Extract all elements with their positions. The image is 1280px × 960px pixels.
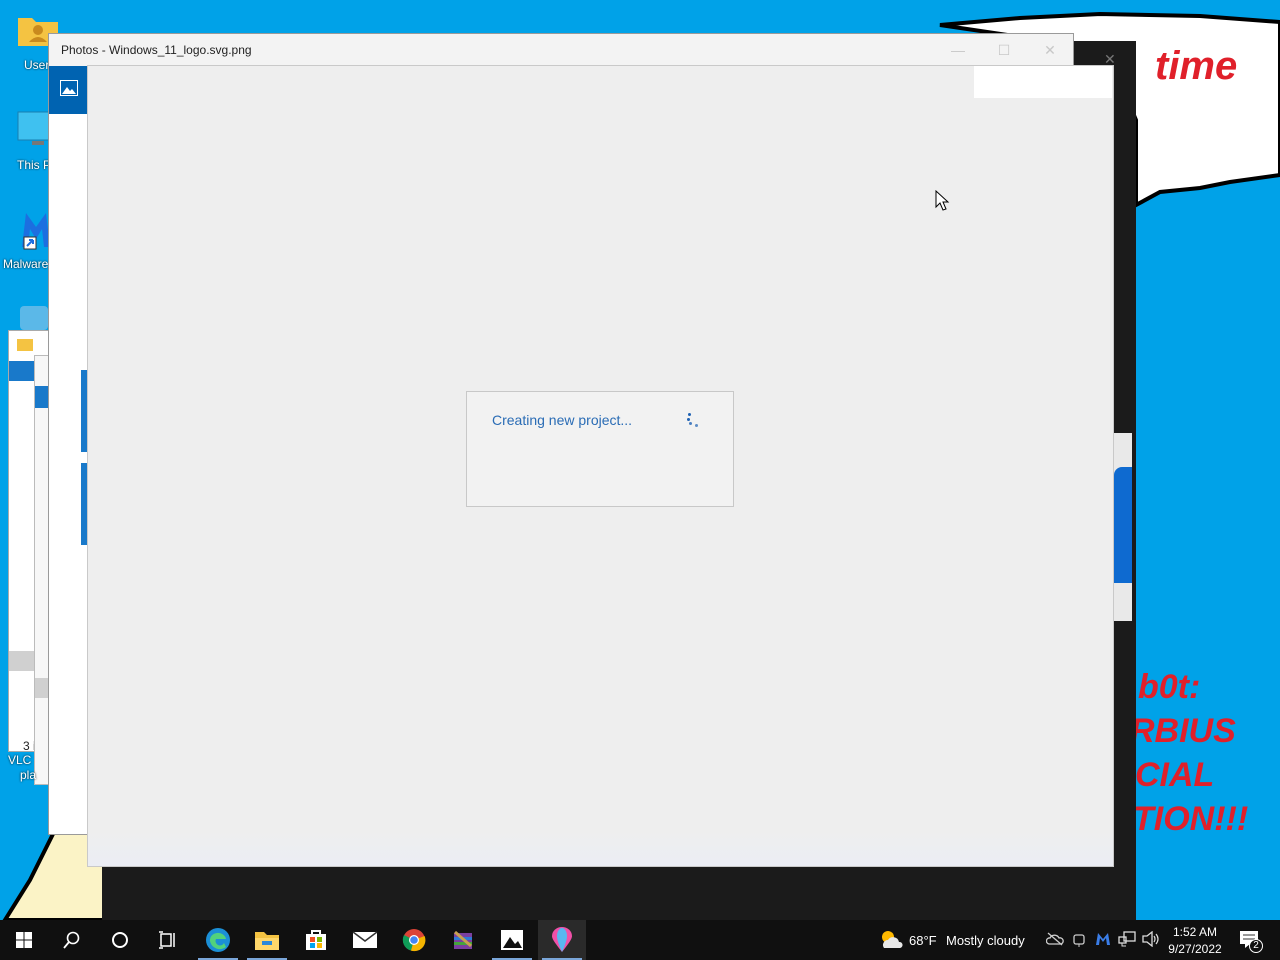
top-right-white-box [974,66,1112,98]
photos-app-icon[interactable] [60,80,78,96]
cortana-button[interactable] [96,920,144,960]
taskbar-file-explorer[interactable] [243,920,291,960]
wallpaper-text-line-2: RBIUS [1130,712,1236,750]
taskbar: 68°F Mostly cloudy 1:52 AM 9/27/2022 2 [0,920,1280,960]
task-view-button[interactable] [144,920,192,960]
clock-time: 1:52 AM [1172,925,1218,939]
weather-temperature[interactable]: 68°F [909,933,937,948]
folder-icon [17,339,33,351]
task-view-icon [159,931,175,949]
dialog-message: Creating new project... [492,412,633,428]
cortana-icon [112,932,128,948]
meet-now-icon[interactable] [1072,932,1086,948]
desktop-icon-partial [20,306,48,330]
wallpaper-text-line-1: b0t: [1138,668,1201,706]
close-button[interactable]: ✕ [1027,38,1073,62]
vlc-label-2: pla [20,768,37,782]
taskbar-photos[interactable] [488,920,536,960]
action-center-button[interactable]: 2 [1234,926,1264,954]
search-button[interactable] [48,920,96,960]
onedrive-offline-icon[interactable] [1046,932,1064,946]
taskbar-mail[interactable] [341,920,389,960]
maximize-button[interactable]: ☐ [981,38,1027,62]
taskbar-edge[interactable] [194,920,242,960]
vlc-label-1: VLC [8,753,32,767]
mail-icon [352,931,378,948]
desktop-icon-label: User [24,58,50,72]
video-editor-icon [552,927,572,952]
bottom-gradient [88,830,1113,866]
store-icon [306,930,326,950]
taskbar-video-editor[interactable] [538,920,586,960]
desktop-icon-label: This P [17,158,52,172]
archive-icon [454,930,472,949]
clock-date: 9/27/2022 [1168,942,1222,956]
desktop-icon-label: Malware [3,257,49,271]
windows-logo-icon [16,932,32,948]
creating-project-dialog: Creating new project... [466,391,734,507]
taskbar-clock[interactable]: 1:52 AM 9/27/2022 [1162,924,1228,958]
network-icon[interactable] [1118,931,1136,947]
blue-tab [1114,467,1132,583]
weather-condition[interactable]: Mostly cloudy [946,933,1025,948]
window-title: Photos - Windows_11_logo.svg.png [61,43,252,57]
edge-icon [206,928,230,952]
photos-icon [501,930,523,950]
chrome-icon [402,929,426,952]
loading-spinner-icon [686,411,702,427]
wallpaper-text-line-3: CIAL [1135,756,1215,794]
weather-icon [882,931,903,948]
malwarebytes-tray-icon[interactable] [1095,932,1111,946]
minimize-button[interactable]: — [935,38,981,62]
wallpaper-text-line-4: TION!!! [1133,800,1249,838]
taskbar-winrar[interactable] [439,920,487,960]
volume-icon[interactable] [1142,931,1160,947]
start-button[interactable] [0,920,48,960]
file-explorer-icon [255,932,279,950]
mouse-cursor-icon [935,190,950,211]
search-icon [63,931,80,949]
taskbar-store[interactable] [292,920,340,960]
side-panel [1112,433,1132,621]
notification-count-badge: 2 [1249,939,1263,953]
photos-nav-rail [49,66,89,114]
photos-title-bar[interactable]: Photos - Windows_11_logo.svg.png — ☐ ✕ [49,34,1073,66]
taskbar-chrome[interactable] [390,920,438,960]
wallpaper-cloud-text: time [1155,44,1238,88]
